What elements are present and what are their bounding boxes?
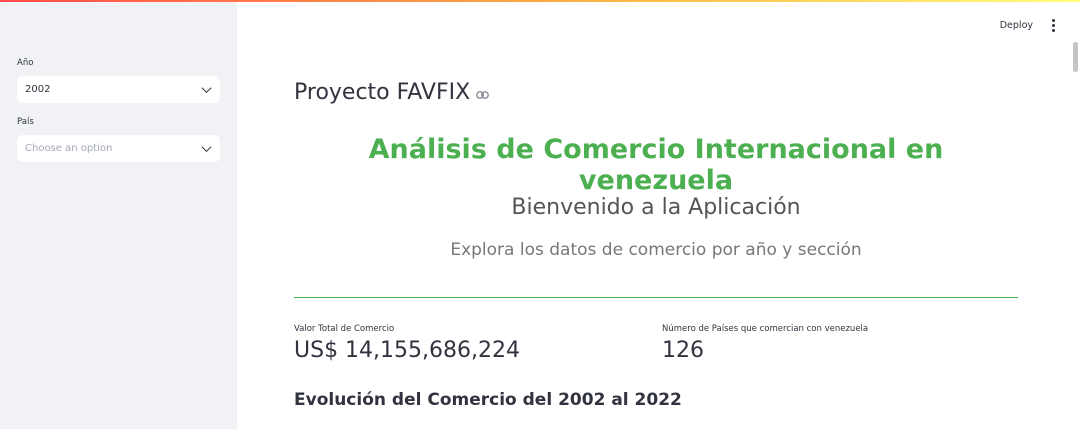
subtitle: Explora los datos de comercio por año y … [450, 240, 862, 260]
page-title: Proyecto FAVFIX [294, 80, 471, 105]
divider [294, 297, 1018, 298]
welcome-heading: Bienvenido a la Aplicación [511, 195, 801, 220]
headline: Análisis de Comercio Internacional en ve… [368, 134, 944, 196]
year-select-label: Año [17, 58, 34, 68]
link-icon[interactable] [476, 86, 490, 99]
metric-total-trade: Valor Total de Comercio US$ 14,155,686,2… [294, 324, 520, 363]
header-toolbar: Deploy [1000, 16, 1058, 34]
deploy-button[interactable]: Deploy [1000, 20, 1033, 31]
sidebar: Año 2002 País Choose an option [0, 0, 237, 429]
country-select[interactable]: Choose an option [17, 135, 220, 162]
title-row: Proyecto FAVFIX [294, 80, 490, 105]
country-select-placeholder: Choose an option [25, 143, 113, 154]
metric-countries: Número de Países que comercian con venez… [662, 324, 868, 363]
metric-value: US$ 14,155,686,224 [294, 338, 521, 363]
chevron-down-icon [201, 83, 212, 94]
country-select-label: País [17, 117, 34, 127]
scrollbar[interactable] [1073, 42, 1078, 72]
year-select[interactable]: 2002 [17, 76, 220, 103]
section-title: Evolución del Comercio del 2002 al 2022 [294, 390, 682, 410]
metric-value: 126 [662, 338, 704, 363]
main-content: Deploy Proyecto FAVFIX Análisis de Comer… [237, 0, 1080, 429]
metric-label: Valor Total de Comercio [294, 324, 395, 334]
top-decoration-bar [0, 0, 1080, 2]
chevron-down-icon [201, 142, 212, 153]
more-options-icon[interactable] [1049, 17, 1058, 34]
year-select-value: 2002 [25, 84, 51, 95]
metric-label: Número de Países que comercian con venez… [662, 324, 869, 334]
